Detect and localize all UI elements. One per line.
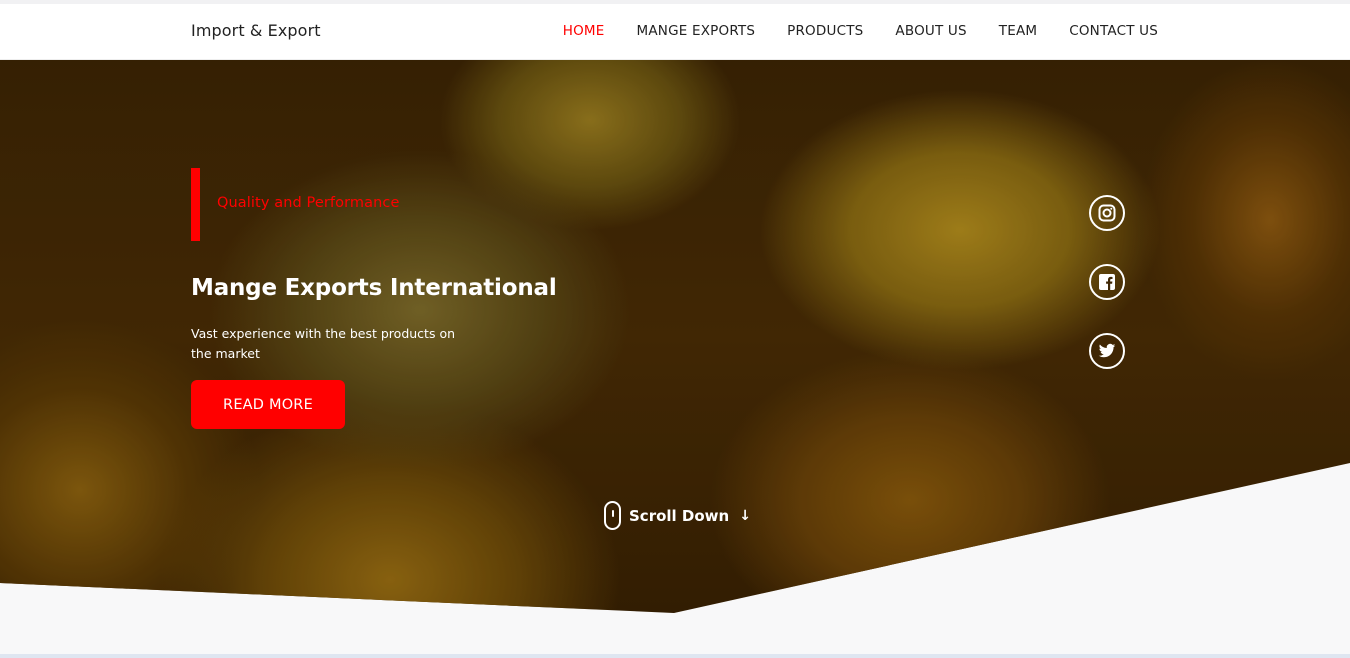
nav-home[interactable]: HOME — [563, 23, 605, 39]
instagram-icon — [1098, 204, 1116, 222]
hero-title: Mange Exports International — [191, 275, 557, 301]
facebook-icon — [1099, 274, 1115, 290]
nav-contact-us[interactable]: CONTACT US — [1069, 23, 1158, 39]
mouse-icon — [604, 501, 621, 530]
instagram-link[interactable] — [1089, 195, 1125, 231]
twitter-icon — [1098, 343, 1116, 358]
nav-team[interactable]: TEAM — [999, 23, 1037, 39]
hero-section: Quality and Performance Mange Exports In… — [0, 60, 1350, 613]
hero-eyebrow: Quality and Performance — [217, 195, 400, 211]
scroll-down-label: Scroll Down — [629, 506, 730, 525]
facebook-link[interactable] — [1089, 264, 1125, 300]
page: Import & Export HOME MANGE EXPORTS PRODU… — [0, 0, 1350, 658]
nav-mange-exports[interactable]: MANGE EXPORTS — [637, 23, 756, 39]
accent-bar — [191, 168, 200, 241]
hero-text: Vast experience with the best products o… — [191, 326, 456, 361]
read-more-button[interactable]: READ MORE — [191, 380, 345, 429]
bottom-border — [0, 654, 1350, 658]
scroll-down-link[interactable]: Scroll Down ↓ — [604, 501, 751, 530]
arrow-down-icon: ↓ — [739, 507, 751, 524]
navbar: Import & Export HOME MANGE EXPORTS PRODU… — [0, 4, 1350, 60]
nav-about-us[interactable]: ABOUT US — [895, 23, 966, 39]
twitter-link[interactable] — [1089, 333, 1125, 369]
main-nav: HOME MANGE EXPORTS PRODUCTS ABOUT US TEA… — [563, 23, 1158, 39]
brand-logo[interactable]: Import & Export — [191, 21, 321, 40]
nav-products[interactable]: PRODUCTS — [787, 23, 863, 39]
